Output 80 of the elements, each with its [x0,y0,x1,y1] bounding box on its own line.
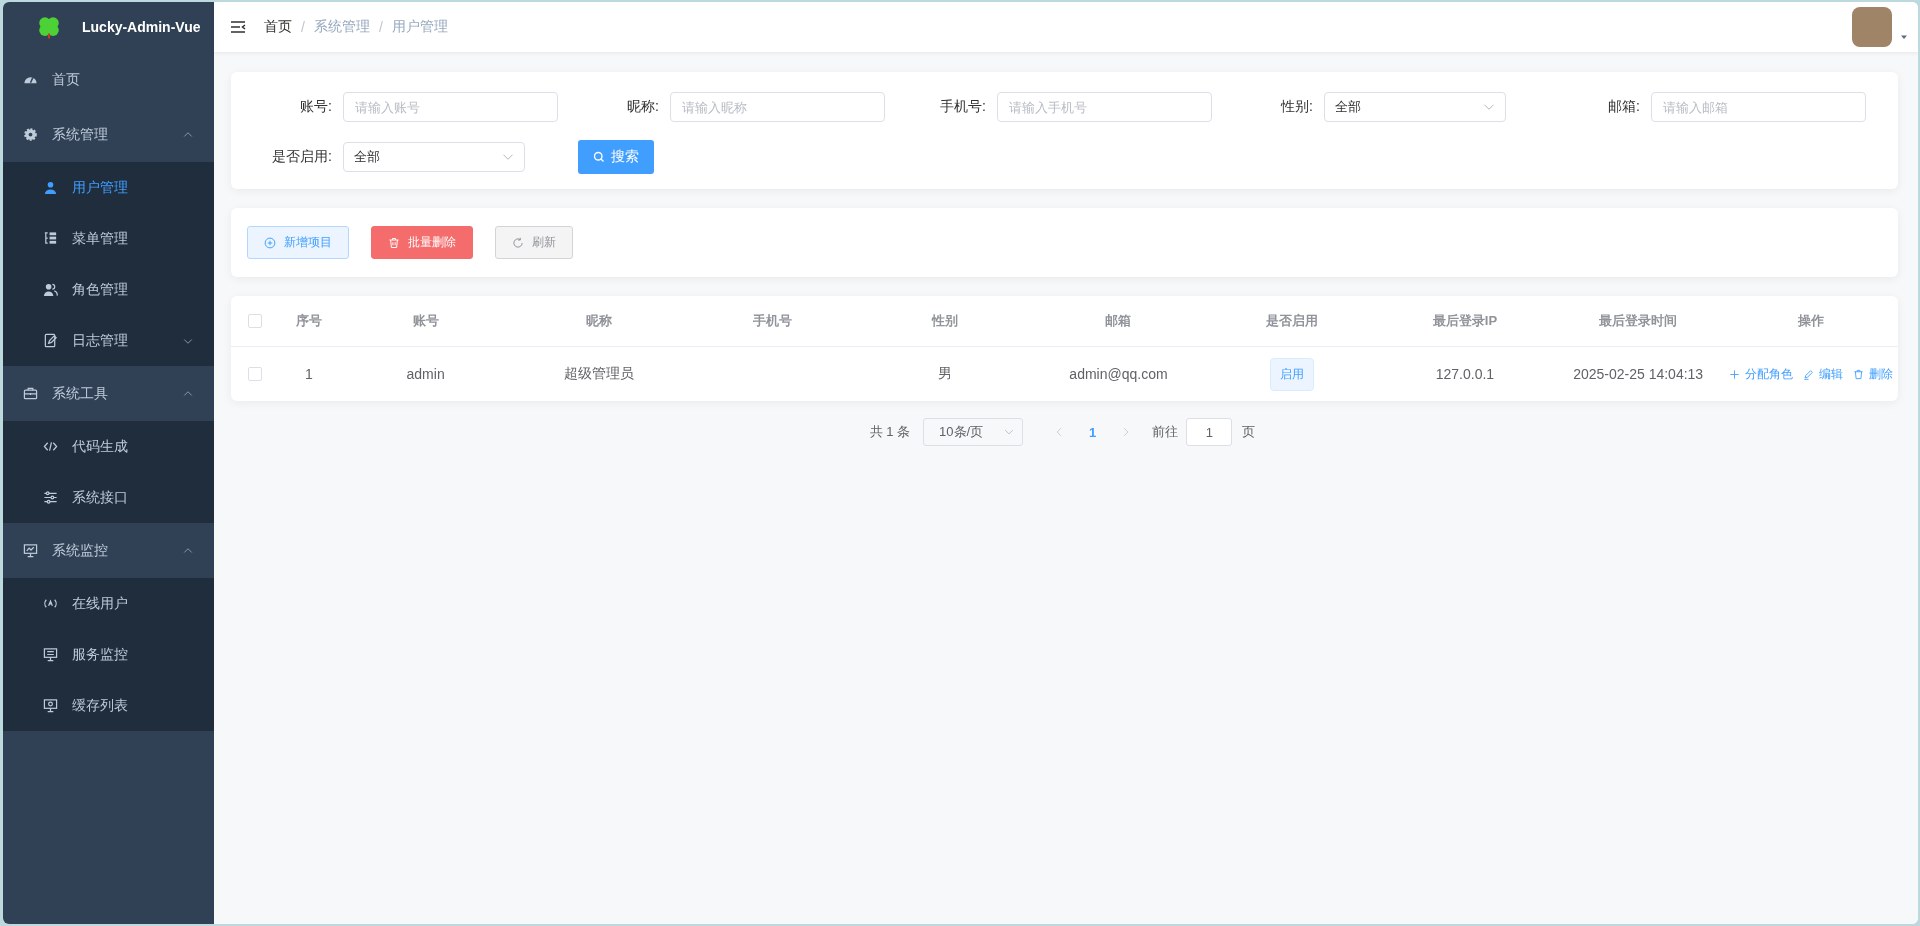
monitor-icon [43,647,58,662]
field-label: 邮箱: [1607,98,1640,116]
menu-group[interactable]: 系统工具 [3,366,214,421]
tree-list-icon [43,231,58,246]
breadcrumb-separator: / [301,19,305,35]
field-label: 性别: [1279,98,1313,116]
row-checkbox[interactable] [248,367,262,381]
breadcrumb-item: 用户管理 [391,18,448,36]
select-all-checkbox[interactable] [248,314,262,328]
table-cell: 127.0.0.1 [1435,366,1495,382]
select-field[interactable]: 全部 [343,142,525,172]
input-field[interactable]: 请输入昵称 [670,92,885,122]
menu-toggle-button[interactable] [230,19,246,35]
table-cell: 超级管理员 [563,365,634,383]
column-header: 最后登录IP [1432,312,1498,330]
plus-circle-icon [264,236,276,249]
trash-icon [1853,368,1865,380]
trash-icon [388,236,400,249]
submenu-item[interactable]: 系统接口 [3,472,214,523]
table-cell: 1 [305,366,313,382]
total-count: 共 1 条 [869,423,911,441]
menu-fold-icon [230,19,246,35]
goto-label: 前往 [1152,423,1179,441]
column-header: 操作 [1798,312,1825,330]
column-header: 邮箱 [1105,312,1132,330]
chevron-down-icon [1004,427,1015,437]
pencil-icon [1803,368,1815,380]
submenu-item[interactable]: 用户管理 [3,162,214,213]
table-cell: admin@qq.com [1069,366,1168,382]
menu-item[interactable]: 首页 [3,52,214,107]
input-field[interactable]: 请输入邮箱 [1651,92,1866,122]
table-cell: admin [406,366,445,382]
monitor-icon [43,698,58,713]
input-field[interactable]: 请输入账号 [343,92,558,122]
search-icon [593,151,605,163]
table-cell: 男 [938,365,953,383]
refresh-icon [512,236,524,249]
edit-document-icon [43,333,58,348]
column-header: 性别 [932,312,959,330]
page-suffix: 页 [1242,423,1256,441]
sliders-icon [43,490,58,505]
people-icon [43,282,58,297]
input-field[interactable]: 请输入手机号 [997,92,1212,122]
submenu-item[interactable]: 服务监控 [3,629,214,680]
plus-icon [1729,368,1741,380]
column-header: 最后登录时间 [1599,312,1678,330]
select-field[interactable]: 全部 [1324,92,1506,122]
gear-icon [23,127,38,142]
code-icon [43,439,58,454]
page-size-select[interactable]: 10条/页 [923,418,1024,446]
submenu-item[interactable]: 代码生成 [3,421,214,472]
column-header: 是否启用 [1265,312,1318,330]
app-title: Lucky-Admin-Vue [82,19,201,35]
column-header: 手机号 [752,312,792,330]
field-label: 手机号: [939,98,986,116]
submenu-item[interactable]: 缓存列表 [3,680,214,731]
submenu-item[interactable]: 日志管理 [3,315,214,366]
breadcrumb-item[interactable]: 首页 [264,18,292,36]
breadcrumb-separator: / [378,19,383,35]
column-header: 昵称 [585,312,612,330]
breadcrumb-item: 系统管理 [313,18,370,36]
clover-logo-icon [36,14,62,40]
table-cell: 2025-02-25 14:04:13 [1573,366,1704,382]
column-header: 序号 [296,312,322,330]
briefcase-icon [23,386,38,401]
submenu-item[interactable]: 角色管理 [3,264,214,315]
field-label: 是否启用: [271,148,332,166]
status-tag: 启用 [1269,357,1314,391]
field-label: 昵称: [626,98,659,116]
field-label: 账号: [299,98,332,116]
avatar-photo-placeholder[interactable] [1852,7,1892,47]
menu-group[interactable]: 系统管理 [3,107,214,162]
caret-down-icon [1900,33,1908,41]
page-input[interactable]: 1 [1186,418,1233,446]
submenu-item[interactable]: 在线用户 [3,578,214,629]
submenu-item[interactable]: 菜单管理 [3,213,214,264]
person-icon [43,180,58,195]
monitor-chart-icon [23,543,38,558]
column-header: 账号 [412,312,439,330]
menu-group[interactable]: 系统监控 [3,523,214,578]
